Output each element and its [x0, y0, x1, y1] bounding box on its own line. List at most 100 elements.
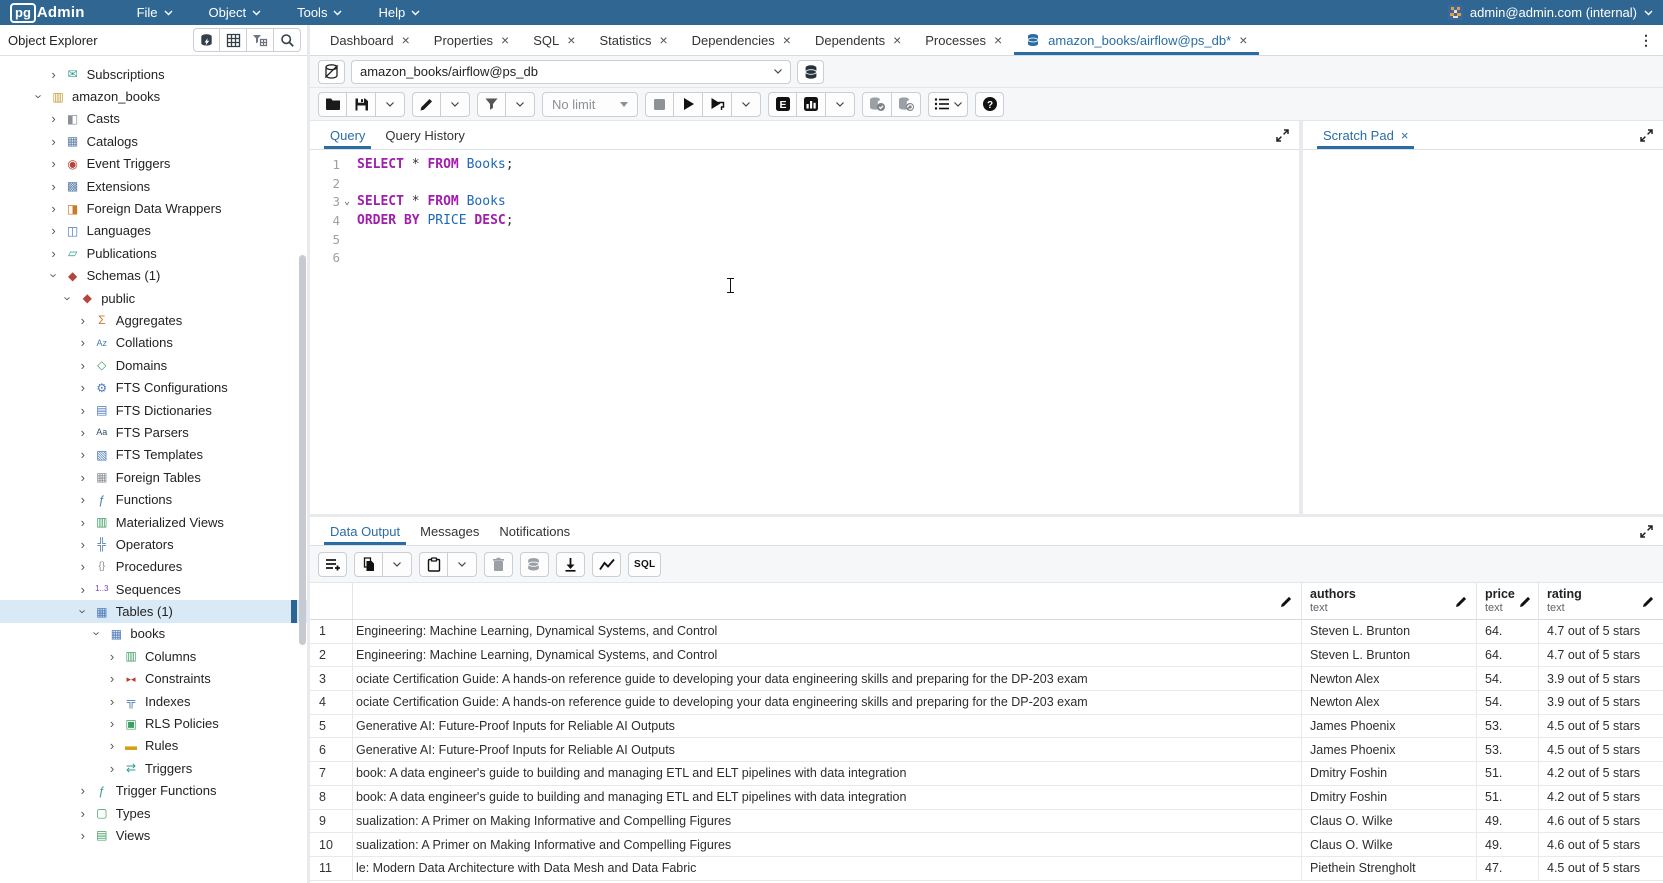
- table-row[interactable]: 10sualization: A Primer on Making Inform…: [310, 833, 1663, 857]
- chevron-right-icon[interactable]: ›: [78, 425, 88, 440]
- add-row-button[interactable]: [318, 552, 347, 577]
- execute-options-chevron[interactable]: [732, 92, 761, 117]
- cell-rating[interactable]: 4.5 out of 5 stars: [1539, 857, 1663, 880]
- cell-price[interactable]: 54.: [1477, 667, 1539, 690]
- close-icon[interactable]: ×: [659, 35, 667, 45]
- row-number[interactable]: 10: [310, 833, 353, 856]
- cell-authors[interactable]: Steven L. Brunton: [1302, 644, 1477, 667]
- tree-item-procedures[interactable]: ›{}Procedures: [0, 556, 307, 578]
- cell-title[interactable]: ociate Certification Guide: A hands-on r…: [353, 691, 1302, 714]
- cell-title[interactable]: Engineering: Machine Learning, Dynamical…: [353, 620, 1302, 643]
- cell-authors[interactable]: Dmitry Foshin: [1302, 786, 1477, 809]
- graph-visualiser-button[interactable]: [592, 552, 621, 577]
- close-icon[interactable]: ×: [567, 35, 575, 45]
- tab-amazon-books-airflow-ps-db-[interactable]: amazon_books/airflow@ps_db*×: [1014, 25, 1259, 55]
- menu-file[interactable]: File: [123, 2, 187, 23]
- filter-button[interactable]: [477, 92, 506, 117]
- menu-object[interactable]: Object: [195, 2, 276, 23]
- expand-icon[interactable]: [1266, 129, 1299, 142]
- delete-row-button[interactable]: [484, 552, 513, 577]
- tree-item-fts-parsers[interactable]: ›AaFTS Parsers: [0, 421, 307, 443]
- tab-properties[interactable]: Properties×: [422, 25, 521, 55]
- sidebar-scrollbar[interactable]: [299, 255, 306, 645]
- tab-query-history[interactable]: Query History: [375, 121, 474, 149]
- chevron-right-icon[interactable]: ›: [78, 380, 88, 395]
- cell-title[interactable]: ociate Certification Guide: A hands-on r…: [353, 667, 1302, 690]
- connection-select[interactable]: amazon_books/airflow@ps_db: [351, 60, 791, 84]
- chevron-right-icon[interactable]: ›: [49, 179, 59, 194]
- tab-dependencies[interactable]: Dependencies×: [680, 25, 803, 55]
- tree-item-tables-1-[interactable]: ›▦Tables (1): [0, 600, 307, 622]
- table-row[interactable]: 7book: A data engineer's guide to buildi…: [310, 762, 1663, 786]
- tree-item-operators[interactable]: ›╬Operators: [0, 533, 307, 555]
- cell-title[interactable]: Engineering: Machine Learning, Dynamical…: [353, 644, 1302, 667]
- edit-column-icon[interactable]: [1642, 595, 1655, 608]
- tree-item-sequences[interactable]: ›1..3Sequences: [0, 578, 307, 600]
- tree-item-rls-policies[interactable]: ›▣RLS Policies: [0, 712, 307, 734]
- menu-tools[interactable]: Tools: [283, 2, 356, 23]
- tree-item-schemas-1-[interactable]: ›◆Schemas (1): [0, 265, 307, 287]
- tree-item-fts-templates[interactable]: ›▧FTS Templates: [0, 444, 307, 466]
- table-row[interactable]: 4ociate Certification Guide: A hands-on …: [310, 691, 1663, 715]
- table-row[interactable]: 8book: A data engineer's guide to buildi…: [310, 786, 1663, 810]
- row-number[interactable]: 6: [310, 738, 353, 761]
- edit-column-icon[interactable]: [1280, 595, 1293, 608]
- tree-item-amazon-books[interactable]: ›▥amazon_books: [0, 85, 307, 107]
- commit-button[interactable]: [862, 92, 892, 117]
- save-file-button[interactable]: [347, 92, 376, 117]
- tree-item-types[interactable]: ›▢Types: [0, 802, 307, 824]
- paste-button[interactable]: [419, 552, 448, 577]
- explain-options-chevron[interactable]: [826, 92, 855, 117]
- tree-item-publications[interactable]: ›▱Publications: [0, 242, 307, 264]
- tab-sql[interactable]: SQL×: [521, 25, 587, 55]
- explain-button[interactable]: E: [768, 92, 797, 117]
- grid-view-button[interactable]: [220, 28, 247, 52]
- filter-options-chevron[interactable]: [506, 92, 535, 117]
- rollback-button[interactable]: [892, 92, 921, 117]
- expand-icon[interactable]: [1630, 129, 1663, 142]
- cell-authors[interactable]: James Phoenix: [1302, 715, 1477, 738]
- chevron-right-icon[interactable]: ›: [107, 716, 117, 731]
- chevron-right-icon[interactable]: ›: [49, 223, 59, 238]
- chevron-right-icon[interactable]: ›: [78, 783, 88, 798]
- edit-options-chevron[interactable]: [441, 92, 470, 117]
- cell-rating[interactable]: 3.9 out of 5 stars: [1539, 691, 1663, 714]
- open-file-button[interactable]: [318, 92, 347, 117]
- cell-title[interactable]: book: A data engineer's guide to buildin…: [353, 762, 1302, 785]
- tree-item-triggers[interactable]: ›⇄Triggers: [0, 757, 307, 779]
- paste-options-chevron[interactable]: [448, 552, 477, 577]
- tree-item-materialized-views[interactable]: ›▥Materialized Views: [0, 511, 307, 533]
- cell-authors[interactable]: Steven L. Brunton: [1302, 620, 1477, 643]
- tree-item-rules[interactable]: ›▬Rules: [0, 735, 307, 757]
- tree-item-collations[interactable]: ›AzCollations: [0, 332, 307, 354]
- tree-item-functions[interactable]: ›ƒFunctions: [0, 488, 307, 510]
- cell-title[interactable]: le: Modern Data Architecture with Data M…: [353, 857, 1302, 880]
- chevron-right-icon[interactable]: ›: [107, 738, 117, 753]
- edit-column-icon[interactable]: [1519, 595, 1532, 608]
- cell-authors[interactable]: Piethein Strengholt: [1302, 857, 1477, 880]
- help-button[interactable]: ?: [975, 92, 1004, 117]
- expand-icon[interactable]: [1630, 525, 1663, 538]
- tree-item-public[interactable]: ›◆public: [0, 287, 307, 309]
- close-icon[interactable]: ×: [501, 35, 509, 45]
- tree-item-fts-dictionaries[interactable]: ›▤FTS Dictionaries: [0, 399, 307, 421]
- chevron-down-icon[interactable]: ›: [90, 629, 105, 639]
- connection-status-button[interactable]: [318, 60, 345, 84]
- tree-item-extensions[interactable]: ›▩Extensions: [0, 175, 307, 197]
- search-icon[interactable]: [274, 28, 301, 52]
- column-header-authors[interactable]: authorstext: [1302, 583, 1477, 619]
- tab-messages[interactable]: Messages: [410, 517, 489, 545]
- cell-authors[interactable]: James Phoenix: [1302, 738, 1477, 761]
- chevron-right-icon[interactable]: ›: [78, 806, 88, 821]
- show-sql-button[interactable]: SQL: [628, 552, 661, 577]
- cell-authors[interactable]: Newton Alex: [1302, 667, 1477, 690]
- chevron-right-icon[interactable]: ›: [49, 134, 59, 149]
- close-icon[interactable]: ×: [994, 35, 1002, 45]
- execute-query-button[interactable]: [674, 92, 703, 117]
- connect-server-button[interactable]: [193, 28, 220, 52]
- save-options-chevron[interactable]: [376, 92, 405, 117]
- tree-item-catalogs[interactable]: ›▦Catalogs: [0, 130, 307, 152]
- cancel-query-button[interactable]: [645, 92, 674, 117]
- cell-price[interactable]: 49.: [1477, 833, 1539, 856]
- cell-title[interactable]: Generative AI: Future-Proof Inputs for R…: [353, 715, 1302, 738]
